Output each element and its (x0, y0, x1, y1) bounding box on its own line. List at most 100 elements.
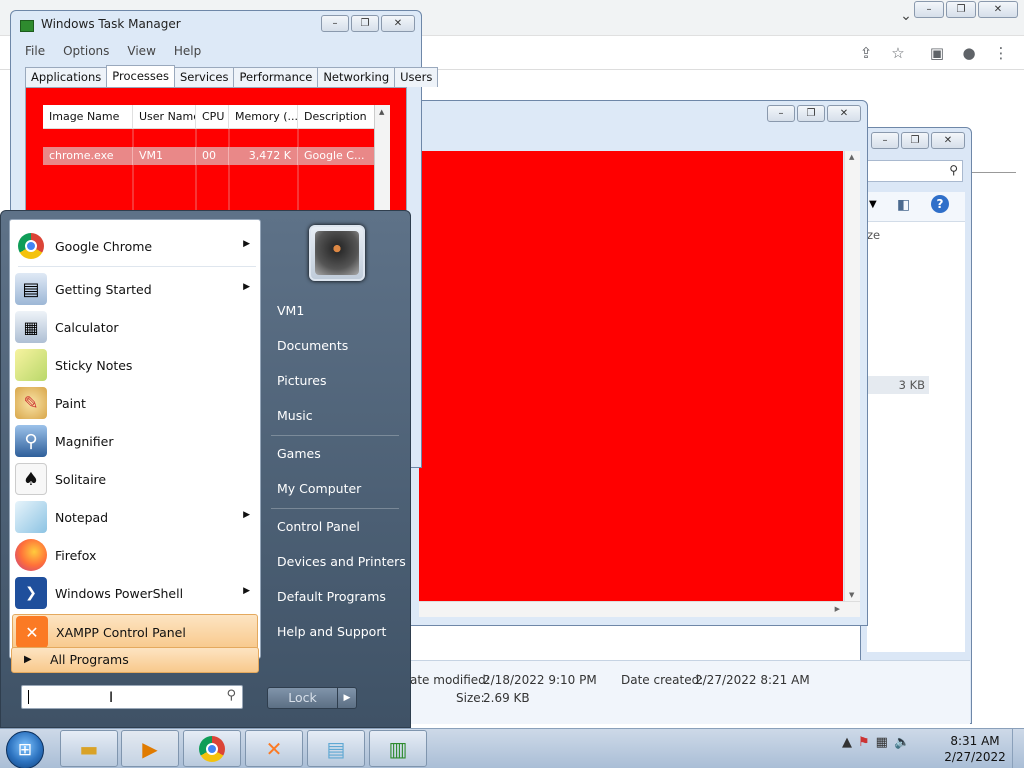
table-row[interactable]: chrome.exe VM1 00 3,472 K Google C... (43, 147, 374, 165)
tab-strip: Applications Processes Services Performa… (25, 65, 439, 87)
shutdown-options-arrow-icon[interactable]: ▶ (338, 688, 356, 708)
program-solitaire[interactable]: ♠ Solitaire (12, 461, 258, 497)
xampp-icon: ✕ (265, 736, 283, 761)
close-button[interactable]: ✕ (381, 15, 415, 32)
close-button[interactable]: ✕ (931, 132, 965, 149)
link-my-computer[interactable]: My Computer (277, 481, 361, 496)
taskbar-chrome[interactable] (183, 730, 241, 767)
tab-applications[interactable]: Applications (25, 67, 108, 87)
preview-pane-icon[interactable]: ◧ (897, 197, 910, 213)
minimize-button[interactable]: – (871, 132, 899, 149)
share-icon[interactable]: ⇪ (856, 43, 876, 63)
program-getting-started[interactable]: ▤ Getting Started ▶ (12, 271, 258, 307)
program-firefox[interactable]: Firefox (12, 537, 258, 573)
link-music[interactable]: Music (277, 408, 313, 423)
link-help-and-support[interactable]: Help and Support (277, 624, 386, 639)
program-sticky-notes[interactable]: Sticky Notes (12, 347, 258, 383)
sidebar-icon[interactable]: ▣ (927, 43, 947, 63)
taskbar-task-manager[interactable]: ▥ (369, 730, 427, 767)
all-programs-button[interactable]: ▶ All Programs (11, 647, 259, 673)
link-default-programs[interactable]: Default Programs (277, 589, 386, 604)
star-icon[interactable]: ☆ (888, 43, 908, 63)
column-description[interactable]: Description (298, 105, 374, 129)
program-windows-powershell[interactable]: ❯ Windows PowerShell ▶ (12, 575, 258, 611)
tab-performance[interactable]: Performance (233, 67, 319, 87)
show-hidden-icons-icon[interactable]: ▲ (842, 735, 852, 750)
size-label: Size: (456, 691, 485, 705)
link-games[interactable]: Games (277, 446, 321, 461)
vertical-scrollbar[interactable]: ▲ ▼ (844, 151, 860, 601)
restore-button[interactable]: ❐ (901, 132, 929, 149)
network-icon[interactable]: ▦ (876, 735, 888, 750)
lock-button[interactable]: Lock ▶ (267, 687, 357, 709)
scroll-right-icon[interactable]: ▶ (835, 605, 840, 613)
close-button[interactable]: ✕ (827, 105, 861, 122)
restore-button[interactable]: ❐ (797, 105, 825, 122)
column-image-name[interactable]: Image Name (43, 105, 133, 129)
start-button[interactable]: ⊞ (6, 731, 44, 768)
tab-networking[interactable]: Networking (317, 67, 396, 87)
column-user-name[interactable]: User Name (133, 105, 196, 129)
tab-processes[interactable]: Processes (106, 65, 175, 87)
tab-users[interactable]: Users (394, 67, 439, 87)
user-picture[interactable] (309, 225, 365, 281)
restore-button[interactable]: ❐ (351, 15, 379, 32)
program-calculator[interactable]: ▦ Calculator (12, 309, 258, 345)
start-search-input[interactable]: ⚲ (21, 685, 243, 709)
taskbar-xampp[interactable]: ✕ (245, 730, 303, 767)
divider (18, 266, 256, 267)
program-label: Google Chrome (55, 238, 153, 254)
submenu-arrow-icon: ▶ (243, 282, 250, 292)
volume-icon[interactable]: 🔈 (894, 735, 910, 750)
scroll-down-icon[interactable]: ▼ (849, 591, 854, 599)
link-devices-and-printers[interactable]: Devices and Printers (277, 554, 406, 569)
program-google-chrome[interactable]: Google Chrome ▶ (12, 228, 258, 264)
link-documents[interactable]: Documents (277, 338, 348, 353)
scroll-up-icon[interactable]: ▲ (849, 153, 854, 161)
tab-search-chevron-icon[interactable]: ⌄ (896, 6, 916, 26)
profile-icon[interactable]: ● (959, 43, 979, 63)
browser-window-controls: – ❐ ✕ (914, 1, 1018, 18)
horizontal-scrollbar[interactable]: ▶ (419, 601, 860, 617)
program-xampp-control-panel[interactable]: ✕ XAMPP Control Panel (12, 614, 258, 650)
pinned-programs-list: Google Chrome ▶ ▤ Getting Started ▶ ▦ Ca… (9, 219, 261, 659)
menu-file[interactable]: File (25, 44, 45, 58)
clock-time: 8:31 AM (950, 734, 1000, 748)
link-control-panel[interactable]: Control Panel (277, 519, 360, 534)
menu-icon[interactable]: ⋮ (991, 43, 1011, 63)
menu-options[interactable]: Options (63, 44, 109, 58)
program-magnifier[interactable]: ⚲ Magnifier (12, 423, 258, 459)
taskbar-notepad[interactable]: ▤ (307, 730, 365, 767)
media-player-icon: ▶ (142, 736, 158, 761)
minimize-button[interactable]: – (767, 105, 795, 122)
taskbar-explorer[interactable]: ▬ (60, 730, 118, 767)
explorer-search-box[interactable]: ⚲ (867, 160, 963, 182)
column-memory[interactable]: Memory (... (229, 105, 298, 129)
help-icon[interactable]: ? (931, 195, 949, 213)
program-notepad[interactable]: Notepad ▶ (12, 499, 258, 535)
scroll-up-icon[interactable]: ▲ (379, 108, 384, 116)
menu-help[interactable]: Help (174, 44, 201, 58)
red-content-area[interactable] (419, 151, 843, 601)
link-pictures[interactable]: Pictures (277, 373, 327, 388)
tab-services[interactable]: Services (173, 67, 235, 87)
action-center-icon[interactable]: ⚑ (858, 735, 870, 750)
restore-button[interactable]: ❐ (946, 1, 976, 18)
size-column-header[interactable]: ze (867, 228, 880, 242)
menu-view[interactable]: View (127, 44, 155, 58)
minimize-button[interactable]: – (914, 1, 944, 18)
magnifier-icon: ⚲ (15, 425, 47, 457)
submenu-arrow-icon: ▶ (243, 586, 250, 596)
show-desktop-button[interactable] (1012, 729, 1024, 768)
chevron-down-icon[interactable]: ▼ (869, 199, 877, 210)
column-cpu[interactable]: CPU (196, 105, 229, 129)
explorer-icon: ▬ (79, 736, 99, 761)
link-user-folder[interactable]: VM1 (277, 303, 304, 318)
taskbar-media-player[interactable]: ▶ (121, 730, 179, 767)
file-size-cell[interactable]: 3 KB (867, 376, 929, 394)
program-paint[interactable]: ✎ Paint (12, 385, 258, 421)
close-button[interactable]: ✕ (978, 1, 1018, 18)
clock[interactable]: 8:31 AM 2/27/2022 (936, 733, 1014, 765)
windows-logo-icon: ⊞ (17, 740, 33, 760)
minimize-button[interactable]: – (321, 15, 349, 32)
